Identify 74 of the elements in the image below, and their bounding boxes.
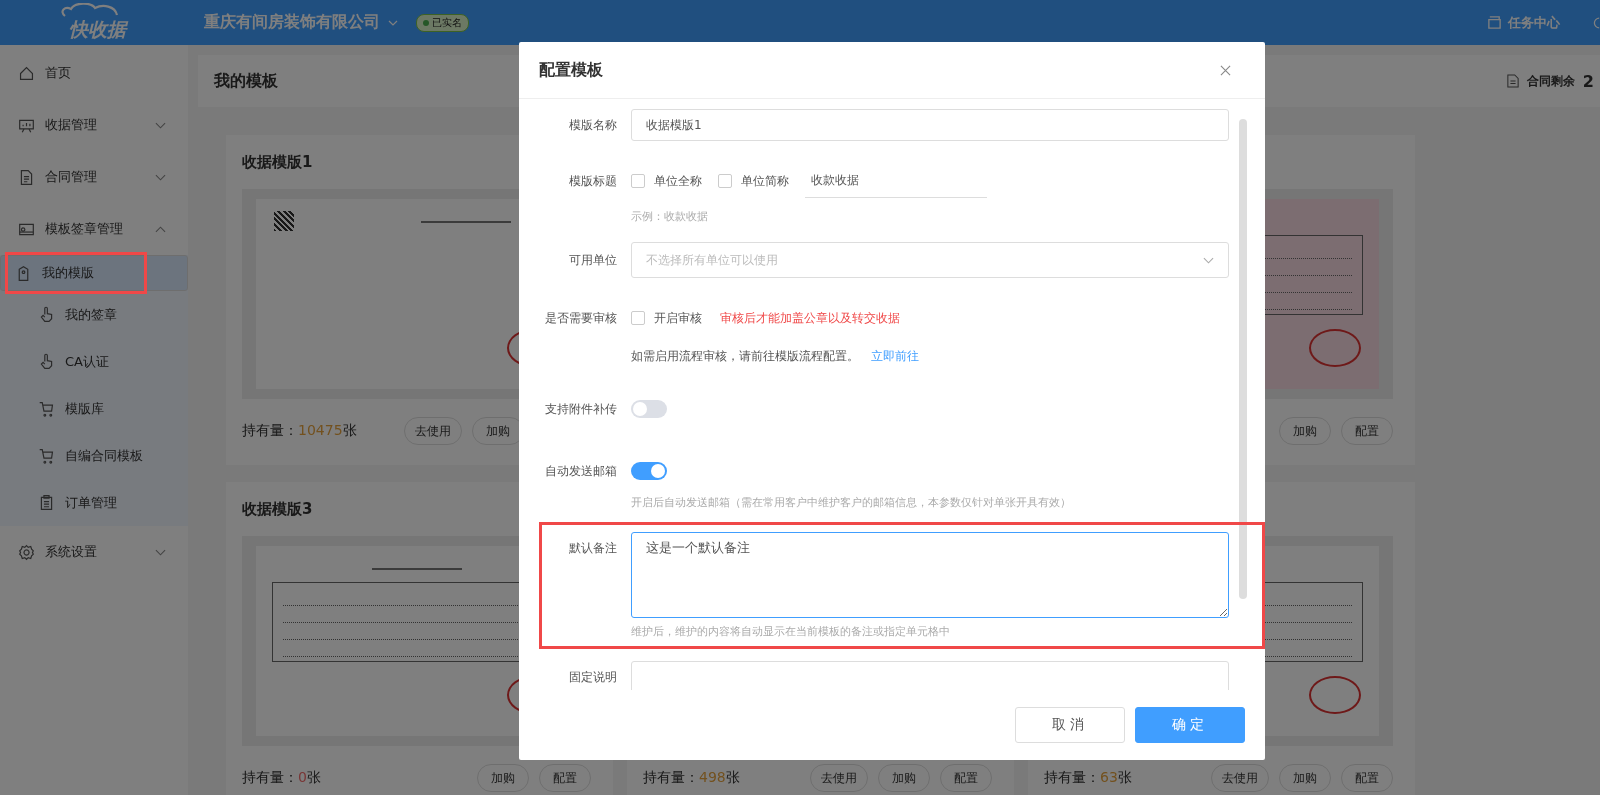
go-link[interactable]: 立即前往: [871, 348, 919, 365]
document-icon: [18, 168, 35, 186]
sidebar-item[interactable]: 合同管理: [0, 151, 188, 203]
sidebar-subitem[interactable]: 我的模版: [0, 255, 188, 291]
card-title: 收据模版3: [242, 500, 314, 520]
field-hint: 开启后自动发送邮箱（需在常用客户中维护客户的邮箱信息，本参数仅针对单张开具有效）: [630, 495, 1072, 510]
note-text: 如需启用流程审核，请前往模版流程配置。: [631, 348, 859, 365]
home-icon: [18, 64, 35, 82]
field-label: 支持附件补传: [544, 400, 618, 418]
card-button[interactable]: 加购: [477, 764, 529, 792]
field-label: 模版标题: [568, 172, 618, 190]
textarea-field[interactable]: 这是一个默认备注: [631, 532, 1229, 618]
cancel-button[interactable]: 取消: [1015, 707, 1125, 743]
holding-count: 持有量：498张: [643, 769, 740, 787]
card-button[interactable]: 配置: [539, 764, 591, 792]
remaining-label: 合同剩余: [1526, 72, 1575, 90]
card-button[interactable]: 去使用: [810, 764, 868, 792]
clipboard-icon: [38, 494, 55, 511]
card-button[interactable]: 配置: [1341, 417, 1393, 445]
hand-icon: [38, 353, 55, 370]
dialog-title: 配置模板: [539, 59, 603, 81]
sidebar-item[interactable]: 首页: [0, 47, 188, 99]
field-label: 模版名称: [568, 116, 618, 134]
box-icon: [1487, 15, 1502, 30]
card-title: 收据模版1: [242, 153, 314, 173]
sidebar-subitem[interactable]: 模版库: [0, 385, 188, 432]
checkbox-option[interactable]: 单位全称: [631, 172, 702, 190]
document-icon: [1506, 74, 1519, 88]
field-label: 是否需要审核: [544, 309, 618, 327]
chevron-icon: [155, 173, 166, 181]
sidebar-item[interactable]: 收据管理: [0, 99, 188, 151]
card-button[interactable]: 加购: [1279, 417, 1331, 445]
card-button[interactable]: 去使用: [1211, 764, 1269, 792]
hand-icon: [38, 306, 55, 323]
checkbox-option[interactable]: 单位简称: [718, 172, 789, 190]
card-button[interactable]: 加购: [1279, 764, 1331, 792]
holding-count: 持有量：0张: [242, 769, 321, 787]
page-title: 我的模板: [214, 70, 278, 92]
sidebar-subitem[interactable]: 自编合同模板: [0, 432, 188, 479]
caret-icon: [388, 19, 398, 26]
verified-badge: 已实名: [416, 13, 469, 32]
sidebar-subitem[interactable]: 我的签章: [0, 291, 188, 338]
sidebar-item[interactable]: 系统设置: [0, 526, 188, 578]
sidebar-subitem[interactable]: 订单管理: [0, 479, 188, 526]
field-hint: 维护后，维护的内容将自动显示在当前模板的备注或指定单元格中: [630, 624, 951, 639]
field-hint: 示例：收款收据: [630, 209, 709, 224]
holding-count: 持有量：63张: [1044, 769, 1132, 787]
warning-text: 审核后才能加盖公章以及转交收据: [720, 309, 900, 327]
card-button[interactable]: 去使用: [404, 417, 462, 445]
sidebar-subitem[interactable]: CA认证: [0, 338, 188, 385]
chevron-icon: [155, 121, 166, 129]
card-button[interactable]: 配置: [940, 764, 992, 792]
sidebar-item[interactable]: 模板签章管理: [0, 203, 188, 255]
close-icon[interactable]: [1220, 64, 1231, 76]
remaining-value: 2: [1582, 71, 1594, 91]
scrollbar-thumb[interactable]: [1239, 119, 1247, 599]
chevron-icon: [1203, 256, 1214, 264]
field-label: 默认备注: [568, 540, 618, 557]
toggle-switch[interactable]: [631, 400, 667, 418]
field-label: 固定说明: [568, 669, 618, 686]
card-button[interactable]: 加购: [878, 764, 930, 792]
checkbox-option[interactable]: 开启审核: [631, 309, 702, 327]
field-label: 自动发送邮箱: [544, 462, 618, 480]
holding-count: 持有量：10475张: [242, 422, 357, 440]
settings-icon: [18, 543, 35, 561]
name-input[interactable]: 收据模版1: [631, 109, 1229, 141]
confirm-button[interactable]: 确定: [1135, 707, 1245, 743]
chevron-icon: [155, 548, 166, 556]
chevron-icon: [155, 225, 166, 233]
card-button[interactable]: 配置: [1341, 764, 1393, 792]
cart-icon: [38, 400, 55, 417]
toggle-switch[interactable]: [631, 462, 667, 480]
cart-icon: [38, 447, 55, 464]
field-label: 可用单位: [568, 251, 618, 269]
